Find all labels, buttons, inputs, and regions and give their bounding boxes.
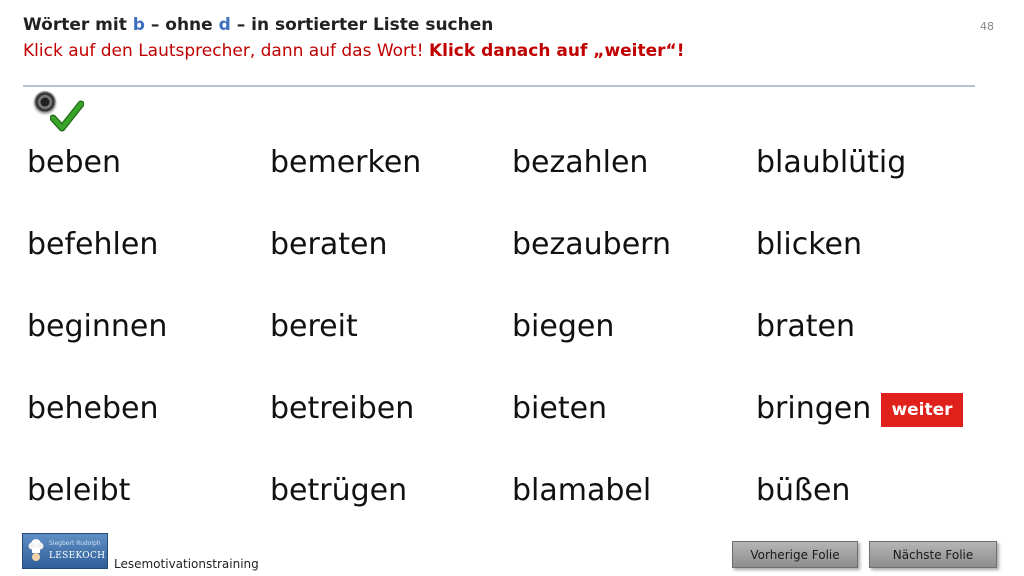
word-item[interactable]: blaublütig — [756, 145, 906, 181]
title-mid: – ohne — [144, 15, 219, 35]
word-item[interactable]: betreiben — [270, 391, 414, 427]
word-item[interactable]: bieten — [512, 391, 607, 427]
slide-title: Wörter mit b – ohne d – in sortierter Li… — [23, 15, 493, 35]
word-item[interactable]: beraten — [270, 227, 387, 263]
title-letter-b: b — [132, 15, 145, 35]
word-item[interactable]: braten — [756, 309, 855, 345]
chef-hat-icon — [28, 539, 44, 561]
word-item[interactable]: bringen — [756, 391, 871, 427]
word-item[interactable]: bezaubern — [512, 227, 671, 263]
word-item[interactable]: befehlen — [27, 227, 158, 263]
header-divider — [23, 85, 975, 87]
word-item[interactable]: biegen — [512, 309, 614, 345]
word-item[interactable]: blamabel — [512, 473, 651, 509]
word-item[interactable]: beheben — [27, 391, 158, 427]
word-item[interactable]: büßen — [756, 473, 850, 509]
word-item[interactable]: bezahlen — [512, 145, 648, 181]
instruction-text: Klick auf den Lautsprecher, dann auf das… — [23, 41, 684, 61]
footer-label: Lesemotivationstraining — [114, 557, 259, 571]
word-item[interactable]: betrügen — [270, 473, 407, 509]
title-suffix: – in sortierter Liste suchen — [230, 15, 494, 35]
word-item[interactable]: bemerken — [270, 145, 421, 181]
leskoch-logo: Siegbert Rudolph LESEKOCH — [22, 533, 108, 569]
word-item[interactable]: bereit — [270, 309, 358, 345]
title-letter-d: d — [218, 15, 231, 35]
next-slide-button[interactable]: Nächste Folie — [869, 541, 997, 568]
logo-title: LESEKOCH — [49, 551, 106, 561]
weiter-button[interactable]: weiter — [881, 393, 963, 427]
checkmark-icon — [50, 100, 84, 132]
previous-slide-button[interactable]: Vorherige Folie — [732, 541, 858, 568]
word-item[interactable]: beben — [27, 145, 121, 181]
title-prefix: Wörter mit — [23, 15, 133, 35]
instruction-bold: Klick danach auf „weiter“! — [428, 41, 685, 61]
word-item[interactable]: blicken — [756, 227, 862, 263]
word-item[interactable]: beginnen — [27, 309, 167, 345]
logo-author: Siegbert Rudolph — [49, 540, 101, 547]
instruction-main: Klick auf den Lautsprecher, dann auf das… — [23, 41, 429, 61]
page-number: 48 — [980, 20, 994, 33]
word-item[interactable]: beleibt — [27, 473, 130, 509]
